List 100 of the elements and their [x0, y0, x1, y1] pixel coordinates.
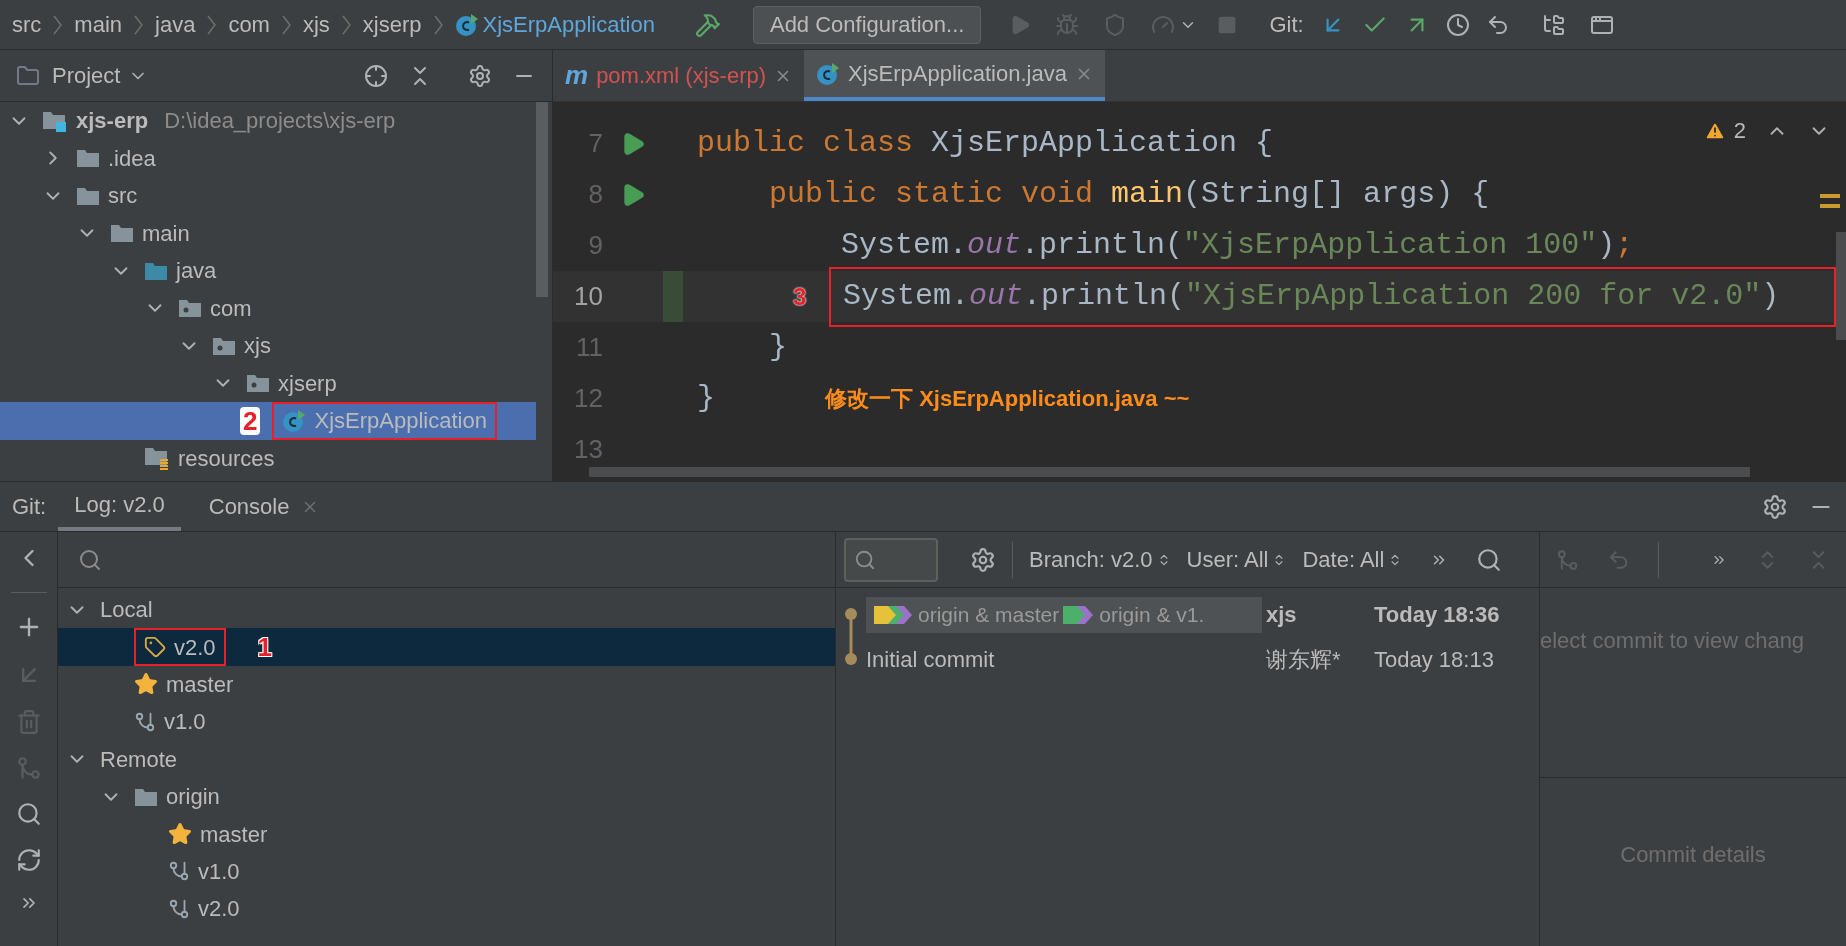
tree-item-label: master — [200, 820, 268, 849]
project-structure-icon[interactable] — [1541, 12, 1566, 37]
folder-icon — [110, 223, 134, 244]
tree-row[interactable]: Remote — [58, 740, 835, 778]
breadcrumb-item[interactable]: java — [155, 8, 196, 41]
tree-row[interactable]: master — [58, 815, 835, 853]
history-icon[interactable] — [1445, 12, 1470, 37]
code-line: System.out.println("XjsErpApplication 100"); — [840, 227, 1634, 264]
branch-icon — [168, 860, 190, 883]
settings-icon[interactable] — [468, 63, 492, 88]
search-icon — [78, 547, 102, 572]
star-icon — [168, 822, 192, 847]
class-icon — [816, 61, 841, 86]
scrollbar[interactable] — [589, 467, 1750, 477]
filter-dropdown[interactable]: Branch: v2.0 — [1029, 543, 1171, 576]
tree-item-label: com — [210, 294, 252, 323]
breadcrumb-item[interactable]: src — [12, 8, 42, 41]
settings-icon[interactable] — [1762, 493, 1788, 520]
breadcrumb-item[interactable]: com — [228, 8, 270, 41]
separator-icon — [207, 14, 217, 35]
branch-icon — [168, 897, 190, 920]
tree-row[interactable]: xjserp — [0, 364, 536, 402]
tree-row[interactable]: v2.0 — [58, 890, 835, 928]
package-folder-icon — [246, 373, 270, 394]
code-line: } — [768, 329, 788, 366]
breadcrumb-item[interactable]: main — [74, 8, 122, 41]
vcs-label: Git: — [1269, 11, 1304, 39]
tree-row[interactable]: resources — [0, 439, 536, 477]
breadcrumb-item[interactable]: xjs — [302, 8, 330, 41]
refresh-icon[interactable] — [15, 847, 42, 873]
commit-author: 谢东辉* — [1266, 646, 1342, 674]
folder-icon — [76, 185, 100, 206]
package-folder-icon — [212, 335, 236, 356]
filter-dropdown[interactable]: Date: All — [1302, 543, 1403, 576]
project-view-icon — [16, 63, 40, 88]
folder-icon — [134, 786, 158, 807]
tree-item-label: Local — [100, 596, 153, 625]
code-line: public class XjsErpApplication { — [697, 125, 1274, 162]
build-icon[interactable] — [694, 11, 721, 38]
commit-date: Today 18:36 — [1374, 601, 1500, 629]
tree-row[interactable]: Local — [58, 591, 835, 629]
tree-item-label: XjsErpApplication — [314, 407, 487, 436]
tree-item-label: main — [142, 219, 190, 248]
tree-item-label: resources — [178, 444, 275, 473]
annotation-note: 修改一下 XjsErpApplication.java ~~ — [825, 385, 1190, 413]
run-configuration-dropdown[interactable]: Add Configuration... — [752, 5, 982, 44]
line-number: 8 — [587, 178, 603, 211]
commit-message: Initial commit — [866, 646, 995, 674]
commit-row[interactable]: Initial commit 谢东辉* Today 18:13 — [836, 637, 1539, 682]
tree-row[interactable]: master — [58, 665, 835, 704]
locate-icon[interactable] — [364, 63, 388, 88]
tool-window-tab[interactable]: Log: v2.0 — [58, 482, 181, 531]
filter-dropdown[interactable]: User: All — [1186, 543, 1287, 576]
tree-item-label: xjserp — [278, 369, 337, 398]
folder-icon — [144, 260, 168, 281]
tool-window-title: Git: — [12, 493, 47, 521]
tree-row[interactable]: com — [0, 289, 536, 327]
tree-item-label: v2.0 — [174, 633, 216, 662]
warning-stripe — [1820, 194, 1840, 208]
tree-item-label: origin — [166, 783, 220, 812]
breadcrumb-item[interactable]: xjserp — [362, 8, 422, 41]
inspection-widget[interactable]: 2 — [1703, 114, 1830, 147]
tree-row[interactable]: .idea — [0, 139, 536, 177]
settings-icon[interactable] — [970, 546, 996, 573]
tree-row[interactable]: v2.0 1 — [58, 628, 835, 666]
separator-icon — [341, 14, 351, 35]
separator-icon — [134, 14, 143, 35]
resources-folder-icon — [144, 446, 170, 471]
tree-row[interactable]: 2 XjsErpApplication — [0, 402, 536, 440]
search-icon — [854, 548, 876, 571]
tree-row[interactable]: xjs-erp D:\idea_projects\xjs-erp — [0, 102, 536, 140]
line-number: 11 — [575, 331, 603, 364]
scrollbar[interactable] — [536, 102, 548, 297]
tool-window-tab[interactable]: Console — [192, 482, 336, 531]
search-field[interactable] — [844, 537, 938, 582]
tree-item-label: Remote — [100, 745, 178, 774]
editor-tab[interactable]: m pom.xml (xjs-erp) — [553, 50, 805, 101]
search-icon[interactable] — [1476, 546, 1503, 573]
star-icon — [134, 672, 158, 697]
tree-row[interactable]: v1.0 — [58, 852, 835, 891]
scrollbar[interactable] — [1836, 232, 1846, 340]
line-number: 12 — [573, 382, 603, 415]
panel-title[interactable]: Project — [52, 59, 121, 92]
tree-row[interactable]: java — [0, 252, 536, 290]
breadcrumb-item[interactable]: XjsErpApplication — [482, 8, 655, 41]
tree-row[interactable]: src — [0, 177, 536, 215]
tree-row[interactable]: v1.0 — [58, 703, 835, 741]
tree-item-label: v1.0 — [198, 857, 240, 886]
package-folder-icon — [178, 298, 202, 319]
search-icon[interactable] — [15, 801, 42, 827]
tree-row[interactable]: xjs — [0, 327, 536, 365]
line-number: 9 — [587, 229, 603, 262]
editor-tab[interactable]: XjsErpApplication.java — [804, 50, 1105, 101]
tree-row[interactable]: main — [0, 214, 536, 252]
graph-node-icon — [845, 637, 857, 666]
commit-row[interactable]: origin & master origin & v1. xjs Today 18:36 — [836, 592, 1539, 637]
branch-icon — [134, 710, 156, 733]
separator-icon — [433, 14, 443, 35]
line-number: 7 — [587, 127, 603, 160]
tree-row[interactable]: origin — [58, 777, 835, 816]
